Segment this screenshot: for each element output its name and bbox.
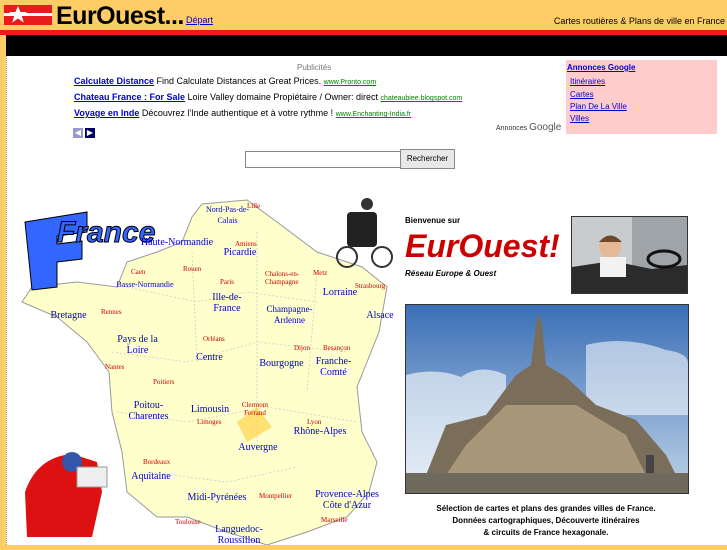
ad-nav: ◀ ▶ xyxy=(73,122,97,140)
ad-title-link[interactable]: Voyage en Inde xyxy=(74,108,139,118)
region-bourgogne[interactable]: Bourgogne xyxy=(249,358,314,369)
google-link-villes[interactable]: Villes xyxy=(570,114,589,123)
region-pays-de-la-loire[interactable]: Pays de la Loire xyxy=(115,334,160,356)
city-rouen[interactable]: Rouen xyxy=(183,265,201,273)
ads-by-label: Annonces xyxy=(496,125,528,132)
google-link-plan[interactable]: Plan De La Ville xyxy=(570,102,627,111)
description-line-2: Données cartographiques, Découverte itin… xyxy=(452,516,640,525)
city-caen[interactable]: Caen xyxy=(131,268,145,276)
google-link-cartes[interactable]: Cartes xyxy=(570,90,594,99)
ad-url-link[interactable]: www.Enchanting-India.fr xyxy=(336,111,411,118)
nav-bar xyxy=(6,35,727,56)
city-montpellier[interactable]: Montpellier xyxy=(259,492,292,500)
city-chalons[interactable]: Chalons-en-Champagne xyxy=(265,270,305,286)
city-strasbourg[interactable]: Strasbourg xyxy=(355,282,385,290)
prev-arrow-icon[interactable]: ◀ xyxy=(73,128,83,138)
depart-link[interactable]: Départ xyxy=(186,15,213,25)
next-arrow-icon[interactable]: ▶ xyxy=(85,128,95,138)
city-lille[interactable]: Lille xyxy=(247,202,260,210)
city-amiens[interactable]: Amiens xyxy=(235,240,257,248)
main-content: Publicités Calculate Distance Find Calcu… xyxy=(6,56,727,546)
city-poitiers[interactable]: Poitiers xyxy=(153,378,174,386)
site-description: Sélection de cartes et plans des grandes… xyxy=(405,503,687,539)
google-wordmark: Google xyxy=(529,122,562,133)
region-rhone-alpes[interactable]: Rhône-Alpes xyxy=(285,426,355,437)
star-logo-icon[interactable] xyxy=(4,5,52,25)
ad-item: Chateau France : For Sale Loire Valley d… xyxy=(74,92,462,102)
ads-heading: Publicités xyxy=(297,63,332,72)
ad-title-link[interactable]: Chateau France : For Sale xyxy=(74,92,185,102)
region-ile-de-france[interactable]: Ille-de-France xyxy=(212,292,242,314)
ad-title-link[interactable]: Calculate Distance xyxy=(74,76,154,86)
region-picardie[interactable]: Picardie xyxy=(215,247,265,258)
mont-saint-michel-photo xyxy=(405,304,689,494)
region-auvergne[interactable]: Auvergne xyxy=(229,442,287,453)
city-rennes[interactable]: Rennes xyxy=(101,308,122,316)
region-alsace[interactable]: Alsace xyxy=(363,310,397,321)
google-link-itineraires[interactable]: Itinéraires xyxy=(570,77,605,86)
search-button[interactable]: Rechercher xyxy=(400,149,455,169)
region-basse-normandie[interactable]: Basse-Normandie xyxy=(115,279,175,290)
region-limousin[interactable]: Limousin xyxy=(181,404,239,415)
city-metz[interactable]: Metz xyxy=(313,269,327,277)
ad-item: Calculate Distance Find Calculate Distan… xyxy=(74,76,376,86)
ad-url-link[interactable]: www.Pronto.com xyxy=(324,79,377,86)
region-haute-normandie[interactable]: Haute-Normandie xyxy=(137,237,217,248)
ad-item: Voyage en Inde Découvrez l'Inde authenti… xyxy=(74,108,411,118)
site-logo-text[interactable]: EurOuest... xyxy=(56,2,184,31)
city-orleans[interactable]: Orléans xyxy=(203,335,225,343)
region-bretagne[interactable]: Bretagne xyxy=(41,310,96,321)
city-limoges[interactable]: Limoges xyxy=(197,418,222,426)
france-map[interactable]: France Nord-Pas-de-Calais Haute-Normandi… xyxy=(17,192,397,546)
description-line-3: & circuits de France hexagonale. xyxy=(483,528,609,537)
city-dijon[interactable]: Dijon xyxy=(294,344,310,352)
google-box-heading[interactable]: Annonces Google xyxy=(567,63,635,72)
welcome-text: Bienvenue sur xyxy=(405,216,461,225)
ad-url-link[interactable]: chateaubiee.blogspot.com xyxy=(381,95,463,102)
ad-text: Loire Valley domaine Propiétaire / Owner… xyxy=(185,92,378,102)
google-links-box: Annonces Google Itinéraires Cartes Plan … xyxy=(566,60,717,134)
city-marseille[interactable]: Marseille xyxy=(321,516,347,524)
city-paris[interactable]: Paris xyxy=(220,278,234,286)
region-franche-comte[interactable]: Franche-Comté xyxy=(311,356,356,378)
header-bar: EurOuest... Départ Cartes routières & Pl… xyxy=(0,0,727,30)
region-aquitaine[interactable]: Aquitaine xyxy=(121,471,181,482)
ads-by-google[interactable]: Annonces Google xyxy=(496,122,561,133)
city-toulouse[interactable]: Toulouse xyxy=(175,518,201,526)
region-paca[interactable]: Provence-Alpes Côte d'Azur xyxy=(307,489,387,511)
city-nantes[interactable]: Nantes xyxy=(105,363,124,371)
description-line-1: Sélection de cartes et plans des grandes… xyxy=(436,504,656,513)
brand-subtitle: Réseau Europe & Ouest xyxy=(405,269,497,278)
city-lyon[interactable]: Lyon xyxy=(307,418,321,426)
region-champagne-ardenne[interactable]: Champagne-Ardenne xyxy=(257,304,322,326)
city-bordeaux[interactable]: Bordeaux xyxy=(143,458,170,466)
search-input[interactable] xyxy=(245,151,401,168)
city-clermont-ferrand[interactable]: Clermont Ferrand xyxy=(235,401,275,417)
region-centre[interactable]: Centre xyxy=(187,352,232,363)
ad-text: Find Calculate Distances at Great Prices… xyxy=(154,76,322,86)
driver-photo xyxy=(571,216,688,294)
region-poitou-charentes[interactable]: Poitou-Charentes xyxy=(121,400,176,422)
region-languedoc-roussillon[interactable]: Languedoc-Roussillon xyxy=(209,524,269,546)
city-besancon[interactable]: Besançon xyxy=(323,344,350,352)
region-nord-pas-de-calais[interactable]: Nord-Pas-de-Calais xyxy=(205,204,250,226)
header-tagline: Cartes routières & Plans de ville en Fra… xyxy=(553,16,725,26)
ad-text: Découvrez l'Inde authentique et à votre … xyxy=(139,108,334,118)
brand-logo: EurOuest! xyxy=(405,228,560,264)
region-midi-pyrenees[interactable]: Midi-Pyrénées xyxy=(177,492,257,503)
